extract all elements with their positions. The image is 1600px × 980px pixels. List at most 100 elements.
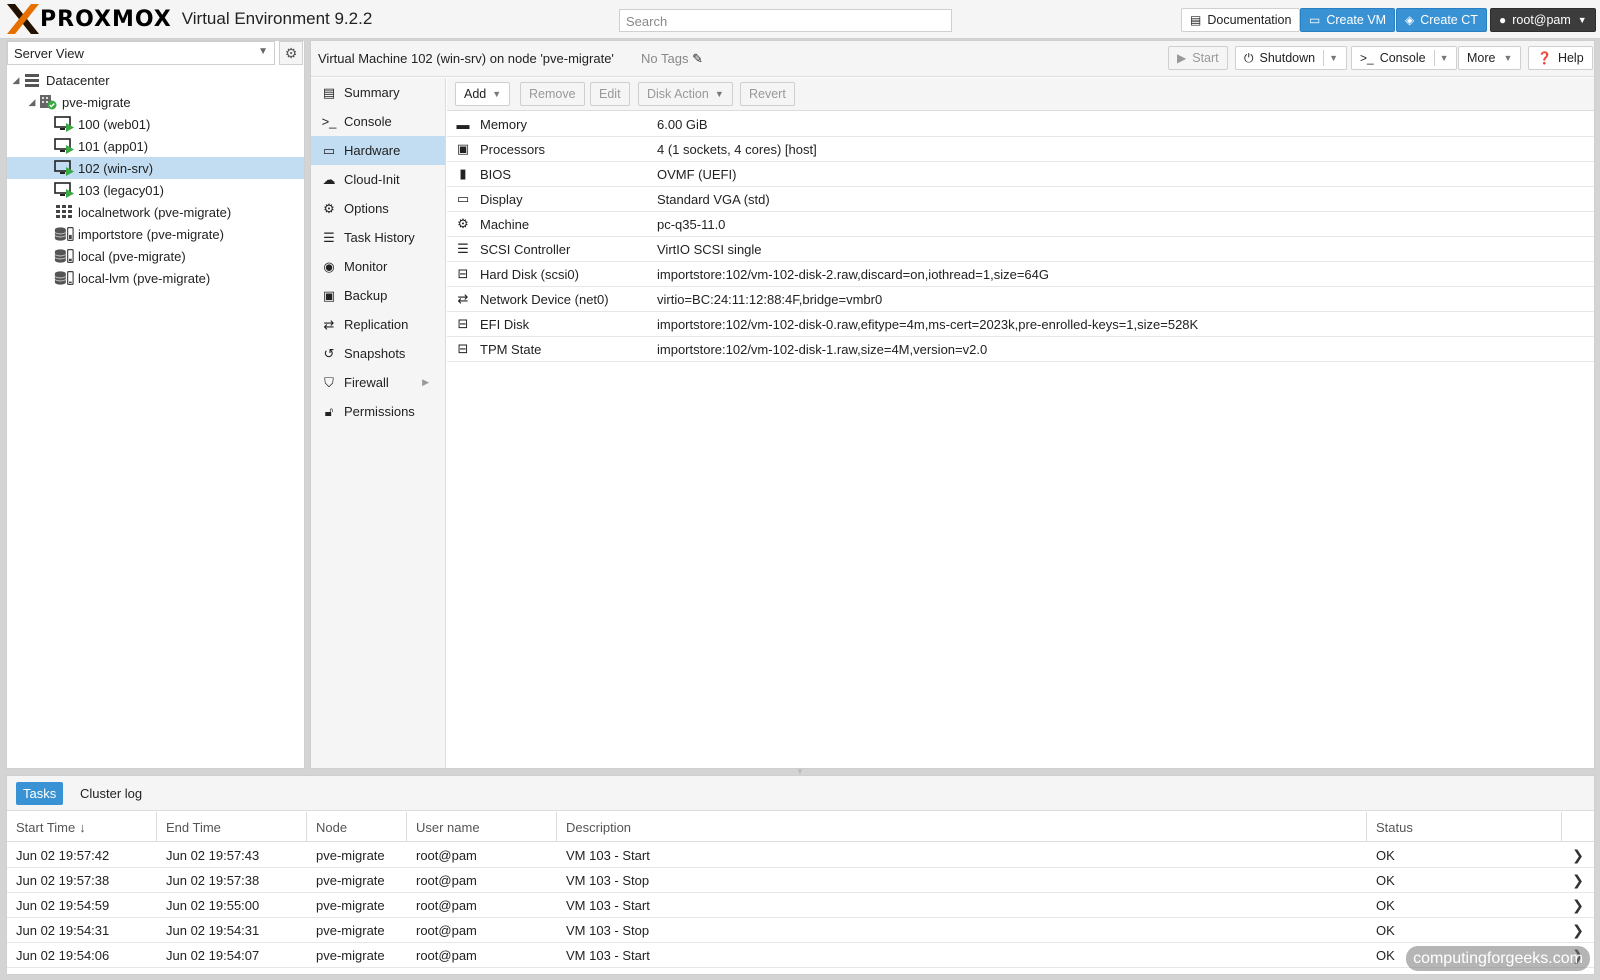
tree-item-label: 102 (win-srv) [78,160,154,176]
view-selector[interactable]: Server View ▼ [7,41,275,65]
hardware-row-hard-disk[interactable]: ⊟ Hard Disk (scsi0) importstore:102/vm-102… [447,262,1594,287]
collapse-triangle-icon[interactable]: ◢ [10,75,22,86]
tree-item-vm-101[interactable]: 101 (app01) [7,135,304,157]
tree-item-vm-100[interactable]: 100 (web01) [7,113,304,135]
nav-task-history[interactable]: ☰ Task History [311,223,445,252]
chevron-right-icon[interactable]: ❯ [1562,868,1594,893]
table-row[interactable]: Jun 02 19:54:31 Jun 02 19:54:31 pve-migrat… [7,918,1594,943]
tree-item-local[interactable]: local (pve-migrate) [7,245,304,267]
column-start-time[interactable]: Start Time ↓ [7,812,157,842]
floppy-icon: ▣ [322,287,336,303]
add-button[interactable]: Add ▼ [455,82,511,106]
more-button[interactable]: More ▼ [1458,46,1522,70]
table-row[interactable]: Jun 02 19:54:06 Jun 02 19:54:07 pve-migrat… [7,943,1594,968]
vm-toolbar: Virtual Machine 102 (win-srv) on node 'p… [311,41,1594,77]
create-vm-button[interactable]: ▭ Create VM [1300,8,1396,32]
hardware-row-efi-disk[interactable]: ⊟ EFI Disk importstore:102/vm-102-disk-0.r… [447,312,1594,337]
nav-summary[interactable]: ▤ Summary [311,78,445,107]
edit-button[interactable]: Edit [590,82,630,106]
tree-item-importstore[interactable]: importstore (pve-migrate) [7,223,304,245]
tree-item-localnetwork[interactable]: localnetwork (pve-migrate) [7,201,304,223]
chevron-down-icon[interactable]: ▼ [1440,53,1449,63]
hardware-row-memory[interactable]: ▬ Memory 6.00 GiB [447,112,1594,137]
question-circle-icon: ❓ [1537,51,1552,65]
table-cell: pve-migrate [316,873,385,888]
nav-firewall[interactable]: ⛉ Firewall ▶ [311,368,445,397]
column-status[interactable]: Status [1367,812,1562,842]
chevron-right-icon[interactable]: ❯ [1562,893,1594,918]
revert-button[interactable]: Revert [740,82,795,106]
hardware-row-display[interactable]: ▭ Display Standard VGA (std) [447,187,1594,212]
table-row[interactable]: Jun 02 19:57:42 Jun 02 19:57:43 pve-migrat… [7,843,1594,868]
more-label: More [1467,51,1496,65]
nav-cloud-init[interactable]: ☁ Cloud-Init [311,165,445,194]
hardware-key: Processors [480,141,546,157]
table-row[interactable]: Jun 02 19:57:38 Jun 02 19:57:38 pve-migrat… [7,868,1594,893]
hardware-row-processors[interactable]: ▣ Processors 4 (1 sockets, 4 cores) [host] [447,137,1594,162]
create-ct-button[interactable]: ◈ Create CT [1396,8,1487,32]
nav-snapshots[interactable]: ↺ Snapshots [311,339,445,368]
table-cell: Jun 02 19:54:59 [16,898,110,913]
network-icon [54,204,74,220]
hardware-list: ▬ Memory 6.00 GiB ▣ Processors 4 (1 sockets,… [447,112,1594,362]
chevron-right-icon[interactable]: ❯ [1562,843,1594,868]
shutdown-button[interactable]: ⏻ Shutdown ▼ [1235,46,1348,70]
table-cell: root@pam [416,923,477,938]
table-row[interactable]: Jun 02 19:54:59 Jun 02 19:55:00 pve-migrat… [7,893,1594,918]
revert-label: Revert [749,87,786,101]
tree-item-node[interactable]: ◢ pve-migrate [7,91,304,113]
nav-hardware[interactable]: ▭ Hardware [311,136,445,165]
table-cell: Jun 02 19:54:31 [166,923,260,938]
column-end-time[interactable]: End Time [157,812,307,842]
hardware-row-scsi-controller[interactable]: ☰ SCSI Controller VirtIO SCSI single [447,237,1594,262]
table-cell: OK [1376,898,1395,913]
chevron-down-icon[interactable]: ▼ [1329,53,1338,63]
nav-monitor[interactable]: ◉ Monitor [311,252,445,281]
tree-item-local-lvm[interactable]: local-lvm (pve-migrate) [7,267,304,289]
chevron-right-icon[interactable]: ▶ [422,377,429,388]
documentation-button[interactable]: ▤ Documentation [1181,8,1301,32]
nav-replication[interactable]: ⇄ Replication [311,310,445,339]
list-icon: ☰ [323,229,335,245]
hardware-row-machine[interactable]: ⚙ Machine pc-q35-11.0 [447,212,1594,237]
tags-editor[interactable]: No Tags ✎ [641,51,703,67]
desktop-icon: ▭ [456,191,470,206]
cloud-icon: ☁ [322,171,336,187]
nav-console[interactable]: >_ Console [311,107,445,136]
tab-tasks[interactable]: Tasks [16,782,64,805]
search-input[interactable]: Search [619,9,952,32]
start-button[interactable]: ▶ Start [1168,46,1228,70]
nav-backup[interactable]: ▣ Backup [311,281,445,310]
tree-item-vm-102[interactable]: 102 (win-srv) [7,157,304,179]
nav-permissions[interactable]: 🔓︎ Permissions [311,397,445,426]
disk-action-button[interactable]: Disk Action ▼ [638,82,733,106]
hardware-row-network-device[interactable]: ⇄ Network Device (net0) virtio=BC:24:11:12… [447,287,1594,312]
gear-icon: ⚙ [284,44,298,61]
table-cell: OK [1376,873,1395,888]
tree-settings-button[interactable]: ⚙ [279,41,303,65]
remove-button[interactable]: Remove [520,82,585,106]
help-button[interactable]: ❓ Help [1528,46,1593,70]
task-log-tabs: Tasks Cluster log [7,776,1594,811]
chevron-right-icon[interactable]: ❯ [1562,918,1594,943]
pencil-icon[interactable]: ✎ [692,51,703,66]
hardware-row-tpm-state[interactable]: ⊟ TPM State importstore:102/vm-102-disk-1.… [447,337,1594,362]
tree-item-datacenter[interactable]: ◢ Datacenter [7,69,304,91]
column-node[interactable]: Node [307,812,407,842]
chevron-down-icon: ▼ [1577,15,1587,25]
column-description[interactable]: Description [557,812,1367,842]
proxmox-logo[interactable]: PROXMOX Virtual Environment 9.2.2 [7,4,372,34]
hardware-value: importstore:102/vm-102-disk-2.raw,discar… [657,266,1050,282]
user-menu-button[interactable]: ● root@pam ▼ [1490,8,1596,32]
hardware-row-bios[interactable]: ▮ BIOS OVMF (UEFI) [447,162,1594,187]
shutdown-label: Shutdown [1259,51,1316,65]
hardware-key: EFI Disk [480,316,530,332]
nav-options[interactable]: ⚙ Options [311,194,445,223]
tab-cluster-log[interactable]: Cluster log [73,782,149,805]
vm-nav-menu: ▤ Summary >_ Console ▭ Hardware ☁ Cloud-Init… [311,78,446,768]
history-icon: ↺ [323,345,335,361]
tree-item-vm-103[interactable]: 103 (legacy01) [7,179,304,201]
column-user-name[interactable]: User name [407,812,557,842]
collapse-triangle-icon[interactable]: ◢ [26,97,38,108]
console-button[interactable]: >_ Console ▼ [1351,46,1458,70]
